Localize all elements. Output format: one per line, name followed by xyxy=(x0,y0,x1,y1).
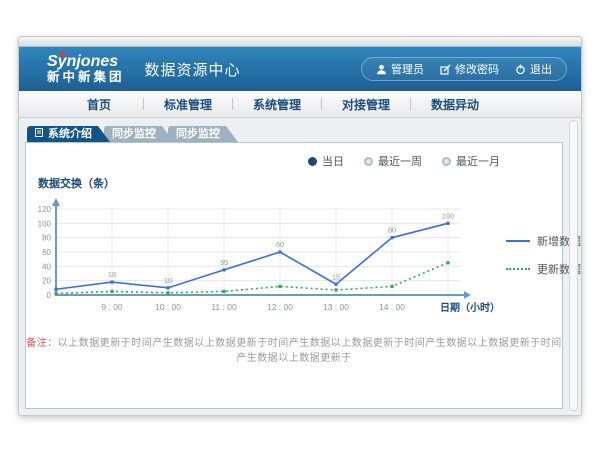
radio-unselected-icon xyxy=(442,157,451,166)
tab-sync-monitor-1[interactable]: 同步监控 xyxy=(104,126,174,142)
svg-text:20: 20 xyxy=(42,277,51,286)
user-controls: 管理员 修改密码 退出 xyxy=(361,57,567,81)
admin-user-button[interactable]: 管理员 xyxy=(376,61,424,77)
svg-text:13 : 00: 13 : 00 xyxy=(323,302,349,312)
change-password-label: 修改密码 xyxy=(455,61,499,77)
svg-text:15: 15 xyxy=(332,272,340,281)
svg-text:60: 60 xyxy=(276,240,284,249)
footnote: 备注：以上数据更新于时间产生数据以上数据更新于时间产生数据以上数据更新于时间产生… xyxy=(26,334,562,364)
logout-label: 退出 xyxy=(530,61,552,77)
page-title: 数据资源中心 xyxy=(145,59,241,80)
tab-label: 系统介绍 xyxy=(48,126,92,142)
svg-text:35: 35 xyxy=(220,258,228,267)
solid-line-sample xyxy=(506,240,530,242)
radio-last-month[interactable]: 最近一月 xyxy=(442,153,500,169)
svg-text:9 : 00: 9 : 00 xyxy=(101,302,123,312)
main-nav: 首页 标准管理 系统管理 对接管理 数据异动 xyxy=(19,91,581,118)
company-logo: Synjones 新中新集团 xyxy=(47,54,125,84)
change-password-button[interactable]: 修改密码 xyxy=(440,61,499,77)
window-top-edge xyxy=(19,37,581,47)
svg-text:10: 10 xyxy=(164,276,172,285)
tab-label: 同步监控 xyxy=(112,126,156,142)
logo-brand-name: Synjones xyxy=(47,54,125,71)
logout-button[interactable]: 退出 xyxy=(515,61,552,77)
admin-label: 管理员 xyxy=(391,61,424,77)
tab-sync-monitor-2[interactable]: 同步监控 xyxy=(168,126,238,142)
radio-label: 最近一月 xyxy=(456,153,500,169)
svg-text:120: 120 xyxy=(38,205,52,214)
footnote-text: 以上数据更新于时间产生数据以上数据更新于时间产生数据以上数据更新于时间产生数据以… xyxy=(58,338,562,364)
radio-selected-icon xyxy=(308,157,317,166)
radio-label: 最近一周 xyxy=(378,153,422,169)
radio-unselected-icon xyxy=(364,157,373,166)
svg-text:12 : 00: 12 : 00 xyxy=(267,302,293,312)
chart-container: 0 20 40 60 80 100 120 9 : 00 10 : 00 11 : 00 12 : … xyxy=(26,193,562,325)
radio-today[interactable]: 当日 xyxy=(308,153,344,169)
logo-company-name: 新中新集团 xyxy=(47,71,125,84)
svg-text:80: 80 xyxy=(388,226,396,235)
vertical-scrollbar[interactable] xyxy=(569,120,578,411)
footnote-prefix: 备注： xyxy=(26,338,58,349)
nav-item-data-change[interactable]: 数据异动 xyxy=(411,96,499,113)
svg-text:80: 80 xyxy=(42,234,51,243)
radio-label: 当日 xyxy=(322,153,344,169)
logo-accent-dot xyxy=(60,52,65,57)
tab-label: 同步监控 xyxy=(176,126,220,142)
svg-text:18: 18 xyxy=(108,270,116,279)
nav-item-home[interactable]: 首页 xyxy=(55,96,143,113)
time-range-filter: 当日 最近一周 最近一月 xyxy=(308,153,500,169)
svg-text:100: 100 xyxy=(38,219,52,228)
svg-text:60: 60 xyxy=(42,248,51,257)
svg-text:0: 0 xyxy=(47,291,52,300)
chart-panel: 当日 最近一周 最近一月 数据交换（条） 0 20 40 60 80 100 120 9 : … xyxy=(25,142,563,409)
app-header: Synjones 新中新集团 数据资源中心 管理员 修改密码 退出 xyxy=(19,47,581,91)
svg-text:40: 40 xyxy=(42,262,51,271)
radio-last-week[interactable]: 最近一周 xyxy=(364,153,422,169)
nav-item-interface-mgmt[interactable]: 对接管理 xyxy=(322,96,410,113)
tab-bar: 系统介绍 同步监控 同步监控 xyxy=(27,126,563,142)
document-icon xyxy=(35,126,43,142)
tab-system-intro[interactable]: 系统介绍 xyxy=(27,126,110,142)
y-axis-title: 数据交换（条） xyxy=(38,175,562,191)
svg-text:100: 100 xyxy=(442,211,455,220)
line-chart: 0 20 40 60 80 100 120 9 : 00 10 : 00 11 : 00 12 : … xyxy=(26,193,504,325)
user-icon xyxy=(376,64,387,75)
nav-item-standard-mgmt[interactable]: 标准管理 xyxy=(144,96,232,113)
nav-item-system-mgmt[interactable]: 系统管理 xyxy=(233,96,321,113)
svg-text:11 : 00: 11 : 00 xyxy=(211,302,237,312)
edit-icon xyxy=(440,64,451,75)
power-icon xyxy=(515,64,526,75)
svg-text:10 : 00: 10 : 00 xyxy=(155,302,181,312)
app-window: Synjones 新中新集团 数据资源中心 管理员 修改密码 退出 xyxy=(18,36,582,416)
svg-text:日期（小时）: 日期（小时） xyxy=(440,301,500,314)
content-area: 系统介绍 同步监控 同步监控 当日 最近一周 xyxy=(19,118,581,415)
svg-text:14 : 00: 14 : 00 xyxy=(379,302,405,312)
dotted-line-sample xyxy=(506,268,530,270)
